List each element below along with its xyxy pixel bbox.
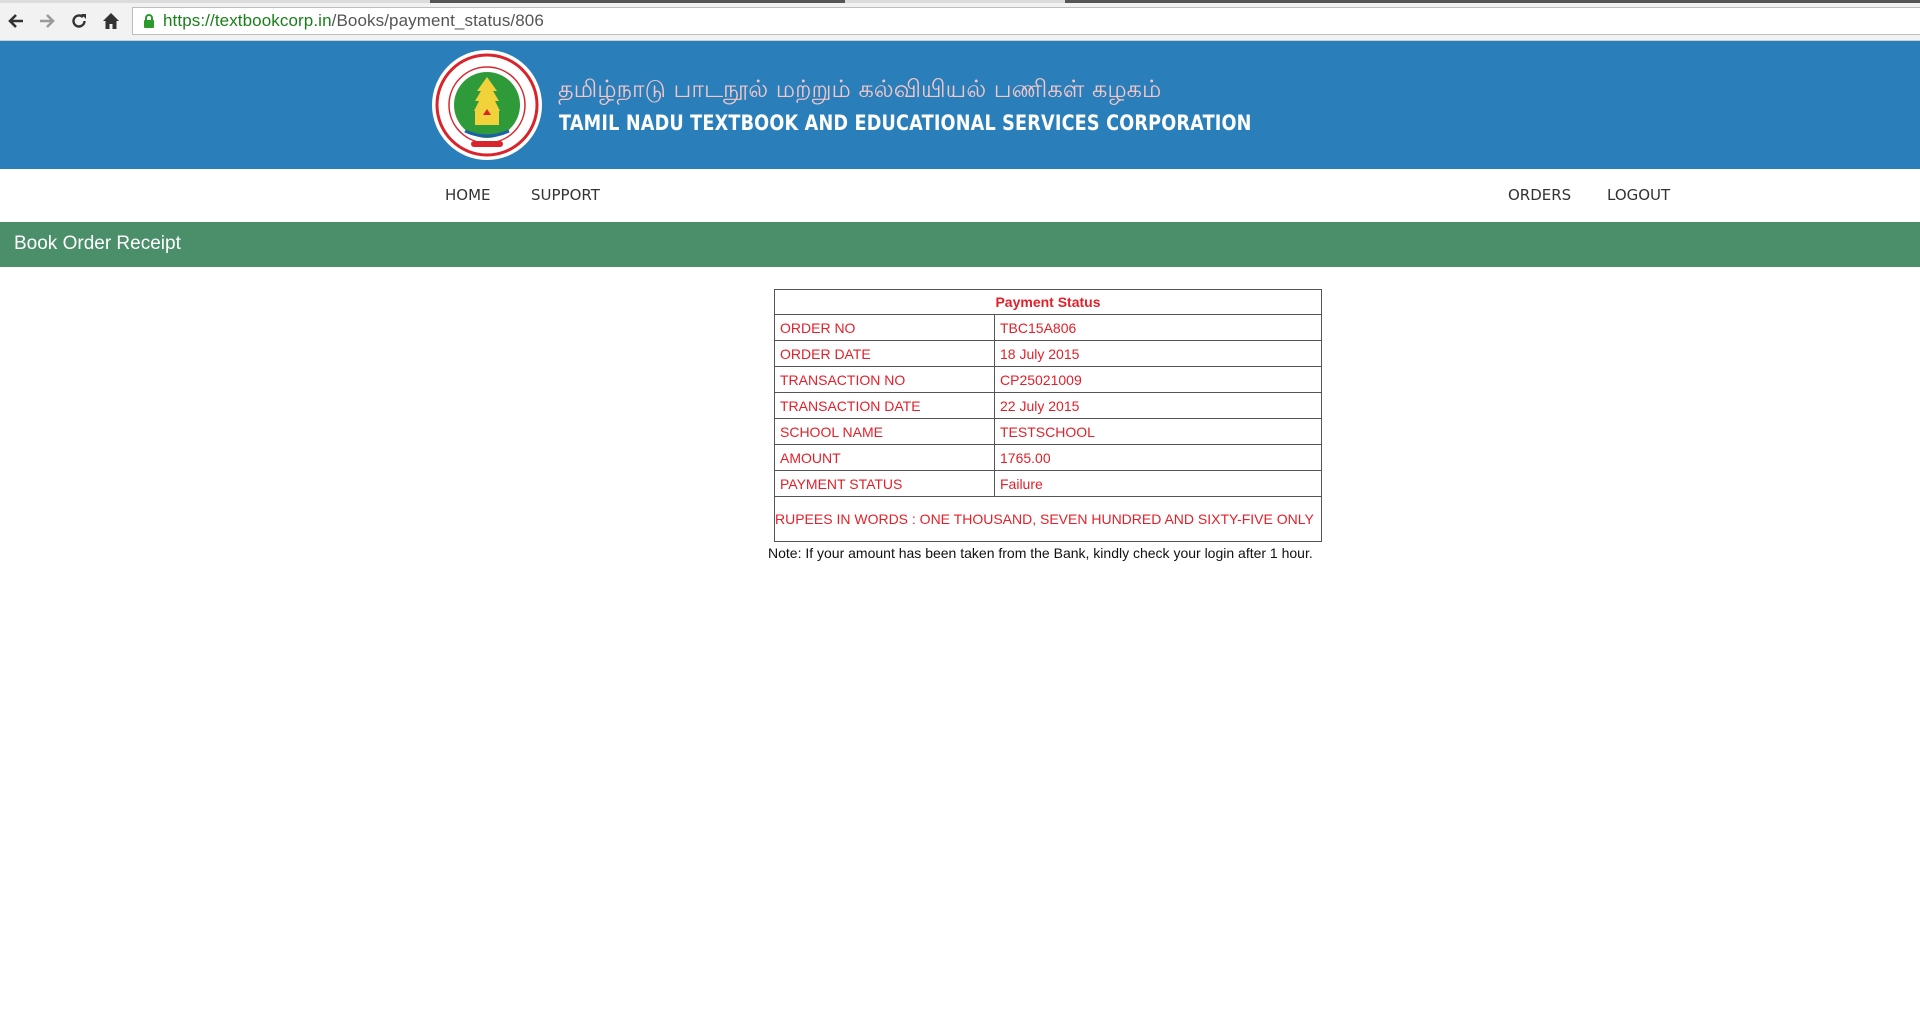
table-heading: Payment Status	[774, 289, 1322, 315]
row-label: ORDER NO	[774, 314, 995, 341]
row-label: TRANSACTION DATE	[774, 392, 995, 419]
nav-logout[interactable]: LOGOUT	[1607, 186, 1670, 204]
row-label: SCHOOL NAME	[774, 418, 995, 445]
row-value: 18 July 2015	[994, 340, 1322, 367]
home-button[interactable]	[99, 9, 123, 33]
row-label: TRANSACTION NO	[774, 366, 995, 393]
table-row: TRANSACTION DATE 22 July 2015	[774, 392, 1322, 419]
url-host: textbookcorp.in	[214, 11, 332, 30]
page-title-band: Book Order Receipt	[0, 222, 1920, 267]
back-button[interactable]	[4, 9, 28, 33]
row-value: Failure	[994, 470, 1322, 497]
browser-tab[interactable]	[1065, 0, 1920, 3]
payment-status-table: Payment Status ORDER NO TBC15A806 ORDER …	[774, 289, 1322, 542]
address-bar[interactable]: https://textbookcorp.in/Books/payment_st…	[132, 7, 1920, 35]
table-row: ORDER DATE 18 July 2015	[774, 340, 1322, 367]
home-icon	[103, 13, 119, 29]
forward-button[interactable]	[35, 9, 59, 33]
table-row: SCHOOL NAME TESTSCHOOL	[774, 418, 1322, 445]
page-title: Book Order Receipt	[14, 233, 181, 254]
lock-icon	[144, 14, 154, 28]
browser-tab[interactable]	[430, 0, 845, 3]
tamil-nadu-emblem-icon[interactable]	[431, 49, 543, 161]
site-header: தமிழ்நாடு பாடநூல் மற்றும் கல்வியியல் பணி…	[0, 41, 1920, 169]
nav-support[interactable]: SUPPORT	[531, 186, 600, 204]
table-row: AMOUNT 1765.00	[774, 444, 1322, 471]
row-label: AMOUNT	[774, 444, 995, 471]
url-path: /Books/payment_status/806	[331, 11, 544, 30]
nav-home[interactable]: HOME	[445, 186, 491, 204]
table-row: TRANSACTION NO CP25021009	[774, 366, 1322, 393]
nav-orders[interactable]: ORDERS	[1508, 186, 1571, 204]
main-nav: HOME SUPPORT ORDERS LOGOUT	[0, 169, 1920, 222]
url-text: https://textbookcorp.in/Books/payment_st…	[163, 11, 544, 31]
browser-toolbar: https://textbookcorp.in/Books/payment_st…	[0, 0, 1920, 41]
url-scheme: https://	[163, 11, 215, 30]
row-label: PAYMENT STATUS	[774, 470, 995, 497]
reload-icon	[72, 14, 86, 28]
table-header-row: Payment Status	[774, 289, 1322, 315]
back-arrow-icon	[8, 14, 23, 28]
row-value: 22 July 2015	[994, 392, 1322, 419]
row-label: ORDER DATE	[774, 340, 995, 367]
row-value: CP25021009	[994, 366, 1322, 393]
rupees-in-words: RUPEES IN WORDS : ONE THOUSAND, SEVEN HU…	[774, 496, 1322, 542]
forward-arrow-icon	[40, 14, 55, 28]
tamil-title: தமிழ்நாடு பாடநூல் மற்றும் கல்வியியல் பணி…	[558, 75, 1162, 103]
row-value: TESTSCHOOL	[994, 418, 1322, 445]
row-value: 1765.00	[994, 444, 1322, 471]
english-title: TAMIL NADU TEXTBOOK AND EDUCATIONAL SERV…	[559, 111, 1252, 135]
table-row: PAYMENT STATUS Failure	[774, 470, 1322, 497]
row-value: TBC15A806	[994, 314, 1322, 341]
table-row: ORDER NO TBC15A806	[774, 314, 1322, 341]
rupees-in-words-row: RUPEES IN WORDS : ONE THOUSAND, SEVEN HU…	[774, 496, 1322, 542]
reload-button[interactable]	[67, 9, 91, 33]
payment-note: Note: If your amount has been taken from…	[768, 545, 1313, 561]
